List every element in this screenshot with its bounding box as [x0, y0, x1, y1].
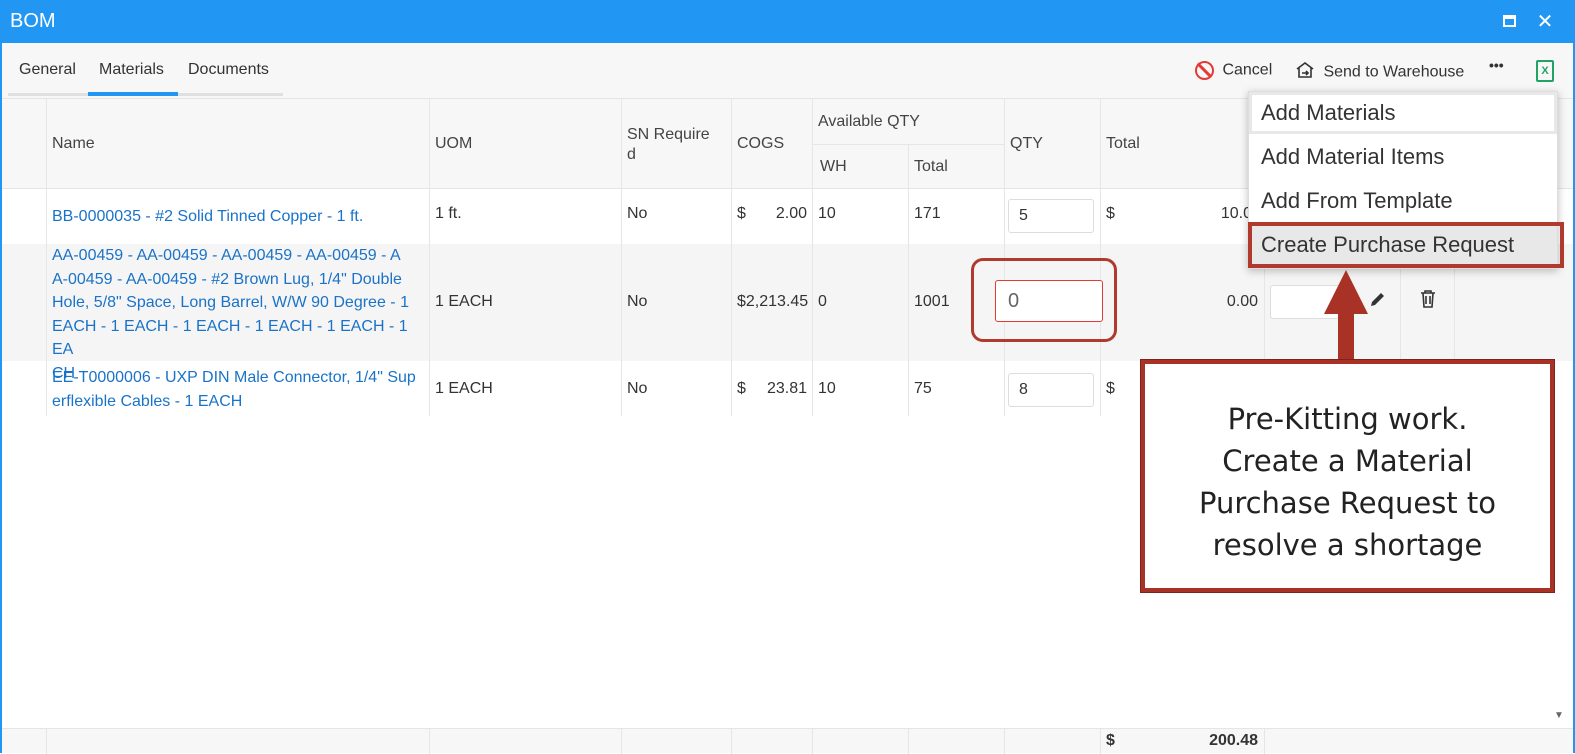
tab-general[interactable]: General [19, 61, 76, 79]
close-button[interactable]: ✕ [1532, 8, 1558, 36]
excel-export-icon[interactable]: X [1536, 60, 1554, 82]
qty-error-highlight [971, 258, 1117, 342]
wh-qty-cell: 10 [818, 380, 836, 397]
available-total-cell: 75 [914, 380, 932, 397]
tab-documents[interactable]: Documents [188, 61, 269, 79]
uom-cell: 1 EACH [435, 293, 493, 310]
maximize-icon [1502, 14, 1516, 27]
menu-item-add-material-items[interactable]: Add Material Items [1249, 136, 1557, 178]
column-header-sn-required[interactable]: SN Require d [627, 125, 723, 165]
cancel-icon [1195, 61, 1214, 80]
bom-window: BOM ✕ General Materials Documents Cancel… [0, 0, 1575, 754]
cancel-button[interactable]: Cancel [1195, 61, 1272, 80]
column-header-uom[interactable]: UOM [435, 135, 472, 153]
total-currency: $ [1106, 205, 1115, 222]
column-header-available-total[interactable]: Total [914, 158, 948, 176]
column-header-cogs[interactable]: COGS [737, 135, 784, 153]
more-icon: ••• [1489, 57, 1504, 73]
menu-item-add-from-template[interactable]: Add From Template [1249, 180, 1557, 222]
material-name-link[interactable]: BB-0000035 - #2 Solid Tinned Copper - 1 … [52, 205, 363, 229]
cogs-value: 2.00 [775, 205, 807, 222]
cancel-label: Cancel [1222, 61, 1273, 79]
grid-footer: $ 200.48 [2, 728, 1573, 754]
column-header-available-qty: Available QTY [818, 113, 920, 130]
column-header-qty[interactable]: QTY [1010, 135, 1043, 153]
total-value: 10.0 [1220, 205, 1252, 222]
window-title: BOM [10, 10, 56, 32]
column-header-total[interactable]: Total [1106, 135, 1140, 153]
title-bar: BOM ✕ [2, 2, 1573, 43]
column-header-wh[interactable]: WH [820, 158, 847, 176]
wh-qty-cell: 10 [818, 205, 836, 222]
close-icon: ✕ [1536, 11, 1554, 33]
more-actions-button[interactable]: ••• [1489, 57, 1504, 73]
cogs-value: 23.81 [766, 380, 807, 397]
total-currency: $ [1106, 380, 1115, 397]
send-to-warehouse-button[interactable]: Send to Warehouse [1295, 61, 1464, 84]
annotation-callout: Pre-Kitting work. Create a Material Purc… [1141, 360, 1554, 592]
tab-materials[interactable]: Materials [99, 61, 164, 79]
material-name-link[interactable]: EE-T0000006 - UXP DIN Male Connector, 1/… [52, 366, 424, 413]
column-header-name[interactable]: Name [52, 135, 95, 153]
available-total-cell: 171 [914, 205, 941, 222]
total-value: 0.00 [1226, 293, 1258, 310]
annotation-text: Pre-Kitting work. Create a Material Purc… [1198, 402, 1497, 562]
callout-arrow-shaft [1338, 312, 1354, 362]
uom-cell: 1 EACH [435, 380, 493, 397]
qty-input[interactable]: 5 [1008, 199, 1094, 233]
uom-cell: 1 ft. [435, 205, 462, 222]
footer-total-currency: $ [1106, 732, 1115, 749]
cogs-value: $2,213.45 [737, 293, 809, 310]
callout-arrow-icon [1324, 270, 1368, 314]
send-to-warehouse-label: Send to Warehouse [1323, 63, 1465, 81]
menu-item-add-materials[interactable]: Add Materials [1249, 92, 1557, 134]
qty-input[interactable]: 8 [1008, 373, 1094, 407]
delete-icon[interactable] [1419, 289, 1437, 315]
available-total-cell: 1001 [914, 293, 950, 310]
maximize-button[interactable] [1496, 8, 1522, 36]
active-tab-indicator [88, 92, 178, 96]
footer-total-value: 200.48 [1209, 732, 1258, 749]
sn-required-cell: No [627, 293, 648, 310]
scroll-down-icon[interactable]: ▼ [1554, 710, 1564, 721]
warehouse-icon [1295, 61, 1315, 84]
sn-required-cell: No [627, 380, 648, 397]
edit-icon[interactable] [1368, 289, 1388, 315]
wh-qty-cell: 0 [818, 293, 827, 310]
menu-item-highlight [1248, 222, 1564, 268]
sn-required-cell: No [627, 205, 648, 222]
